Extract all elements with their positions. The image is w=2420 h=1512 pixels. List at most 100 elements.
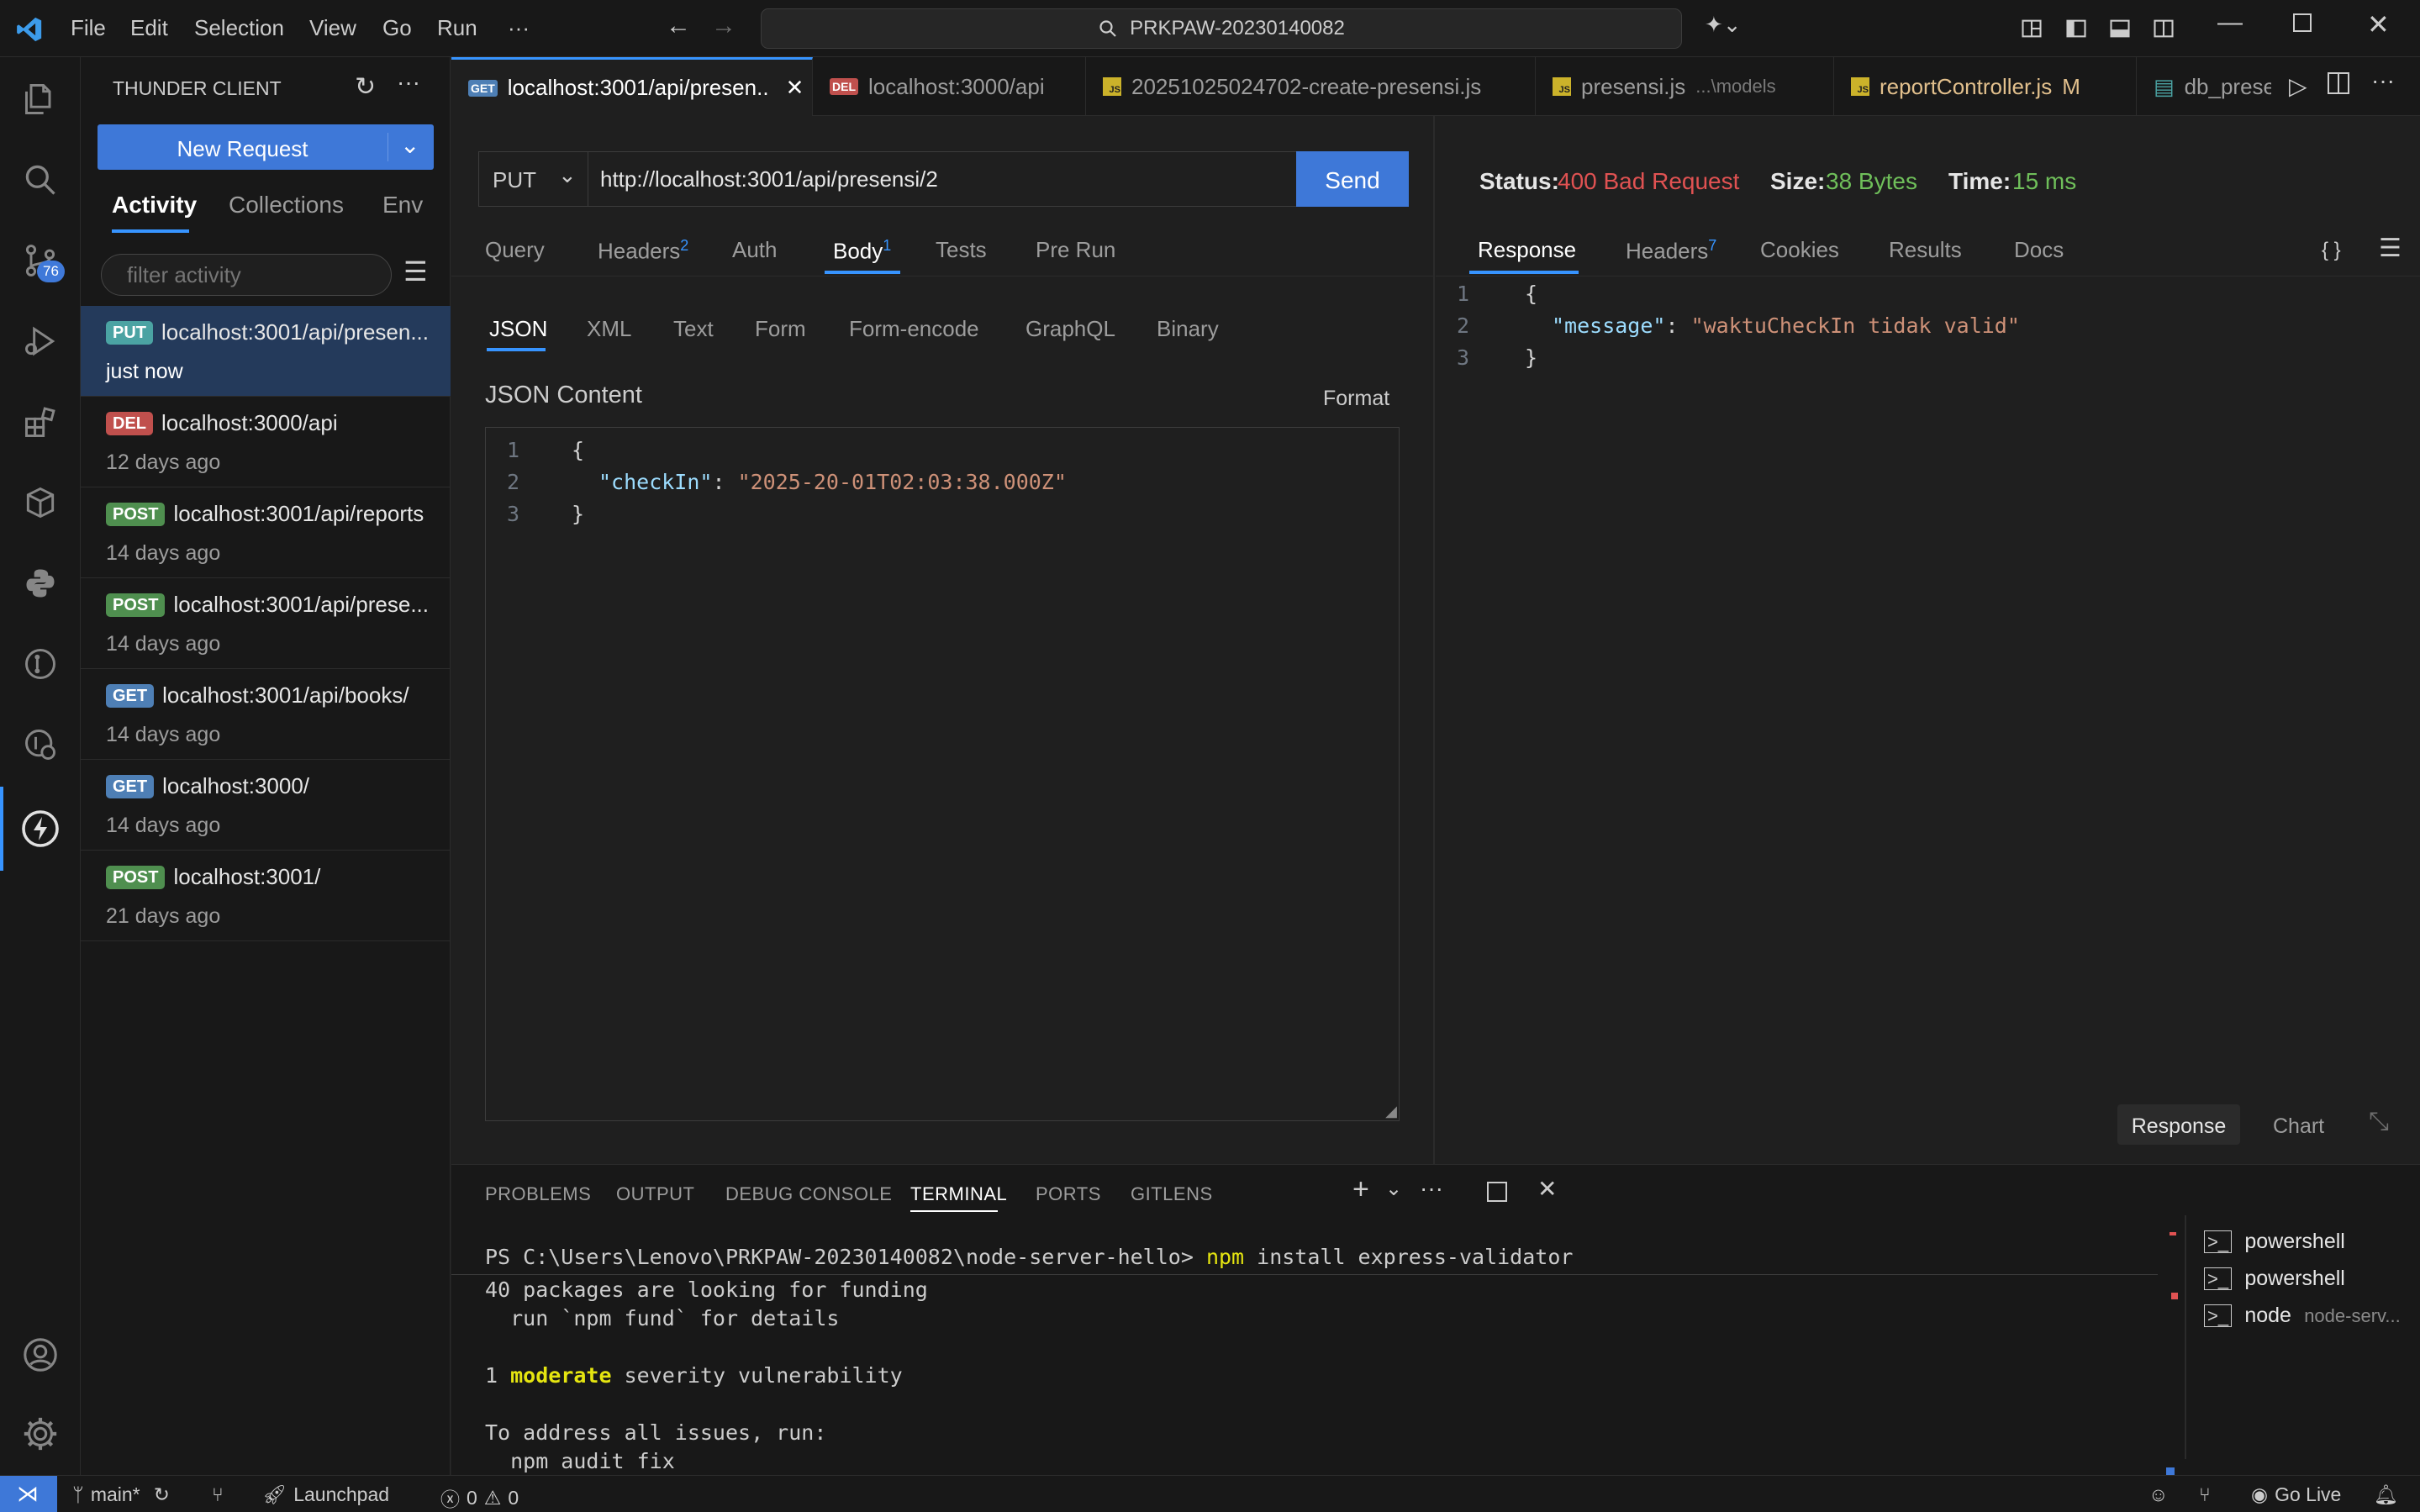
toggle-secondary-sidebar-icon[interactable]: [2152, 17, 2175, 40]
tab-pre-run[interactable]: Pre Run: [1036, 237, 1115, 263]
search-view-icon[interactable]: [15, 155, 66, 205]
terminal-instance[interactable]: >_ powershell: [2204, 1265, 2345, 1295]
format-button[interactable]: Format: [1323, 387, 1389, 411]
menu-more[interactable]: ···: [508, 15, 530, 41]
tab-auth[interactable]: Auth: [732, 237, 778, 263]
history-item[interactable]: PUT localhost:3001/api/presen... just now: [81, 306, 451, 397]
tab-gitlens[interactable]: GITLENS: [1131, 1183, 1213, 1205]
tab-presensi-model[interactable]: JS presensi.js ...\models: [1536, 57, 1834, 116]
braces-icon[interactable]: { }: [2322, 239, 2341, 262]
explorer-icon[interactable]: [15, 74, 66, 124]
gitlens-inspect-icon[interactable]: [15, 719, 66, 770]
split-editor-icon[interactable]: [2328, 72, 2349, 94]
body-type-form-encode[interactable]: Form-encode: [849, 316, 979, 342]
sync-icon[interactable]: ↻: [154, 1483, 170, 1506]
new-request-button[interactable]: New Request ⌄: [98, 124, 434, 170]
history-item[interactable]: GET localhost:3000/ 14 days ago: [81, 760, 451, 851]
body-type-graphql[interactable]: GraphQL: [1025, 316, 1115, 342]
remote-button[interactable]: ⋊: [0, 1476, 57, 1512]
run-file-icon[interactable]: ▷: [2289, 72, 2307, 100]
new-terminal-icon[interactable]: +: [1352, 1173, 1369, 1206]
close-tab-icon[interactable]: ✕: [786, 75, 804, 101]
menu-lines-icon[interactable]: ☰: [403, 256, 428, 287]
tab-problems[interactable]: PROBLEMS: [485, 1183, 591, 1205]
history-item[interactable]: POST localhost:3001/ 21 days ago: [81, 851, 451, 941]
panel-more-icon[interactable]: ···: [1420, 1175, 1443, 1202]
restore-icon[interactable]: [2293, 13, 2312, 32]
history-item[interactable]: DEL localhost:3000/api 12 days ago: [81, 397, 451, 487]
menu-edit[interactable]: Edit: [130, 15, 168, 41]
json-editor[interactable]: 1 2 3 { "checkIn": "2025-20-01T02:03:38.…: [485, 427, 1400, 1121]
tab-ports[interactable]: PORTS: [1036, 1183, 1101, 1205]
toggle-sidebar-icon[interactable]: [2064, 17, 2088, 40]
send-button[interactable]: Send: [1296, 151, 1409, 207]
tab-tests[interactable]: Tests: [936, 237, 987, 263]
tab-response[interactable]: Response: [1478, 237, 1576, 263]
body-type-text[interactable]: Text: [673, 316, 714, 342]
tab-results[interactable]: Results: [1889, 237, 1962, 263]
response-view-button[interactable]: Response: [2117, 1104, 2240, 1145]
close-panel-icon[interactable]: ✕: [1537, 1175, 1557, 1203]
history-item[interactable]: POST localhost:3001/api/reports 14 days a…: [81, 487, 451, 578]
wrap-lines-icon[interactable]: ☰: [2379, 234, 2402, 263]
tab-terminal[interactable]: TERMINAL: [910, 1183, 1007, 1205]
menu-run[interactable]: Run: [437, 15, 477, 41]
body-type-binary[interactable]: Binary: [1157, 316, 1219, 342]
chevron-down-icon[interactable]: ⌄: [1385, 1177, 1402, 1201]
terminal-scrollbar[interactable]: [2166, 1224, 2183, 1476]
branch-indicator[interactable]: ᛘ main* ↻: [72, 1483, 170, 1506]
history-item[interactable]: GET localhost:3001/api/books/ 14 days ago: [81, 669, 451, 760]
tab-report-controller[interactable]: JS reportController.js M: [1834, 57, 2137, 116]
resize-handle-icon[interactable]: ◢: [1385, 1103, 1397, 1120]
method-select[interactable]: PUT ⌄: [479, 152, 588, 206]
menu-selection[interactable]: Selection: [194, 15, 284, 41]
tab-activity[interactable]: Activity: [112, 192, 197, 219]
customize-layout-icon[interactable]: [2020, 17, 2043, 40]
tab-query[interactable]: Query: [485, 237, 545, 263]
tab-request-del[interactable]: DEL localhost:3000/api: [813, 57, 1086, 116]
accounts-icon[interactable]: [15, 1330, 66, 1380]
body-type-json[interactable]: JSON: [489, 316, 547, 342]
editor-more-icon[interactable]: ···: [2371, 67, 2395, 94]
menu-view[interactable]: View: [309, 15, 356, 41]
thunder-client-icon[interactable]: [15, 803, 66, 854]
gitlens-hub-icon[interactable]: ⑂: [2199, 1483, 2211, 1506]
tab-db-presensi[interactable]: ▤ db_prese: [2137, 57, 2271, 116]
gitlens-status-icon[interactable]: ⑂: [212, 1483, 224, 1506]
tab-cookies[interactable]: Cookies: [1760, 237, 1839, 263]
python-icon[interactable]: [15, 558, 66, 608]
body-type-form[interactable]: Form: [755, 316, 806, 342]
menu-file[interactable]: File: [71, 15, 106, 41]
toggle-panel-icon[interactable]: [2108, 17, 2132, 40]
back-arrow-icon[interactable]: ←: [666, 12, 691, 40]
launchpad-item[interactable]: 🚀︎ Launchpad: [262, 1483, 389, 1506]
history-item[interactable]: POST localhost:3001/api/prese... 14 days …: [81, 578, 451, 669]
tab-create-presensi[interactable]: JS 20251025024702-create-presensi.js: [1086, 57, 1536, 116]
copilot-icon[interactable]: ✦⌄: [1705, 12, 1742, 38]
settings-gear-icon[interactable]: [15, 1409, 66, 1459]
copilot-status-icon[interactable]: ☺: [2148, 1483, 2168, 1506]
terminal-instance[interactable]: >_ node node-serv...: [2204, 1302, 2401, 1332]
url-input[interactable]: [590, 152, 1294, 206]
forward-arrow-icon[interactable]: →: [711, 12, 736, 40]
gitlens-icon[interactable]: [15, 639, 66, 689]
tab-env[interactable]: Env: [382, 192, 423, 219]
body-type-xml[interactable]: XML: [587, 316, 631, 342]
extensions-icon[interactable]: [15, 397, 66, 447]
filter-activity-input[interactable]: [101, 254, 392, 296]
maximize-panel-icon[interactable]: [1487, 1182, 1507, 1202]
refresh-icon[interactable]: ↻: [355, 72, 376, 102]
problems-indicator[interactable]: ⓧ 0 ⚠ 0: [440, 1483, 519, 1512]
run-debug-icon[interactable]: [15, 316, 66, 366]
go-live-button[interactable]: ◉ Go Live: [2251, 1483, 2341, 1506]
minimize-icon[interactable]: —: [2217, 8, 2243, 37]
tab-response-headers[interactable]: Headers7: [1626, 237, 1716, 265]
expand-icon[interactable]: ⤡: [2369, 1108, 2389, 1136]
terminal-instance[interactable]: >_ powershell: [2204, 1228, 2345, 1258]
chevron-down-icon[interactable]: ⌄: [400, 131, 419, 159]
tab-headers[interactable]: Headers2: [598, 237, 688, 265]
tab-collections[interactable]: Collections: [229, 192, 344, 219]
chart-view-button[interactable]: Chart: [2273, 1114, 2324, 1139]
menu-go[interactable]: Go: [382, 15, 412, 41]
notifications-bell-icon[interactable]: 🔔︎: [2374, 1483, 2398, 1506]
